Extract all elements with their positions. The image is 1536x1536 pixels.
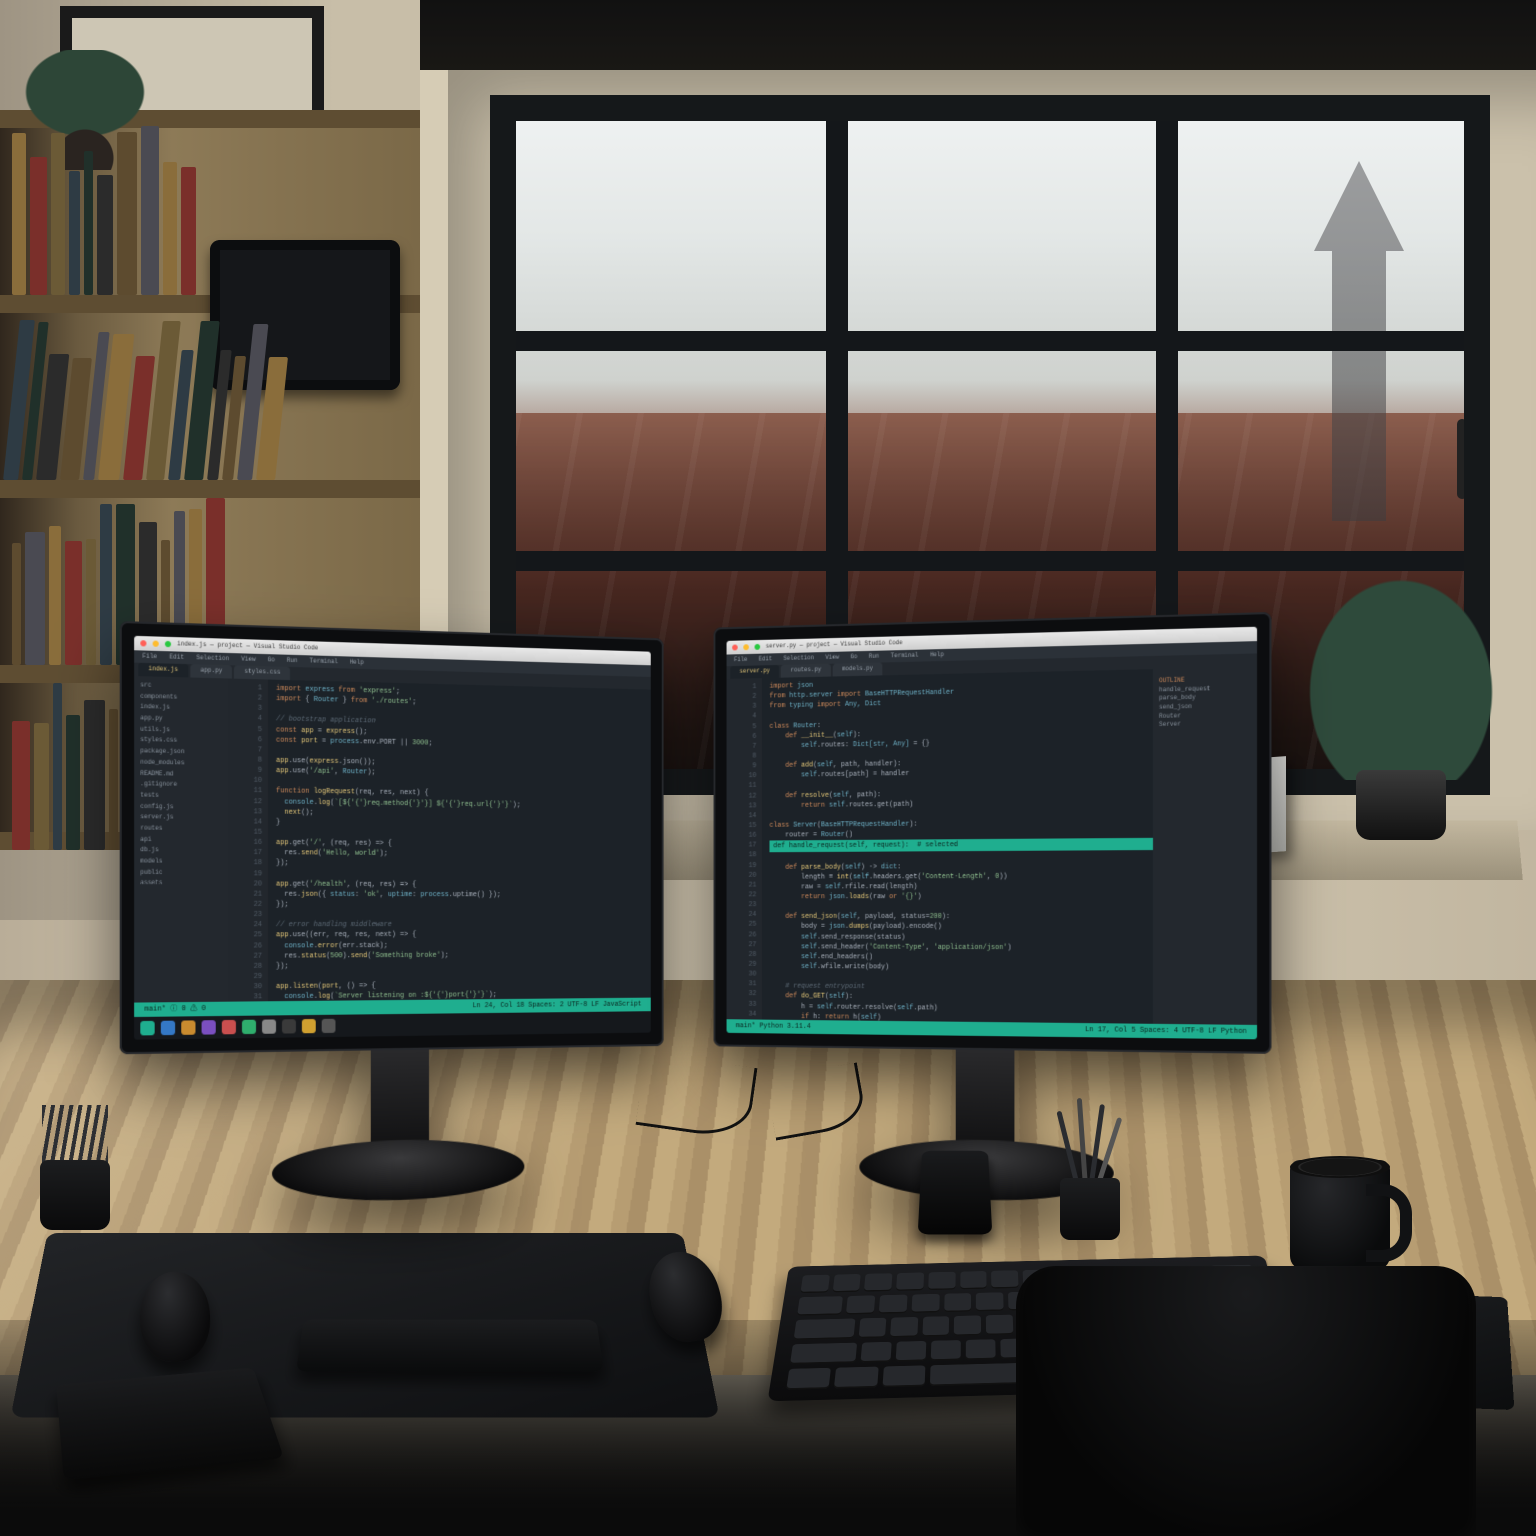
phone xyxy=(918,1151,993,1235)
title-text: server.py — project — Visual Studio Code xyxy=(766,639,903,651)
status-left: main* Python 3.11.4 xyxy=(736,1021,811,1032)
file-routes[interactable]: routes xyxy=(140,823,222,835)
left-screen[interactable]: index.js — project — Visual Studio Code … xyxy=(134,636,651,1040)
menu-run[interactable]: Run xyxy=(869,652,879,661)
line-gutter: 1 2 3 4 5 6 7 8 9 10 11 12 13 14 15 16 1… xyxy=(727,678,762,1019)
mouse xyxy=(139,1272,212,1362)
coffee-mug xyxy=(1290,1150,1410,1270)
outline-Server[interactable]: Server xyxy=(1159,720,1251,730)
file-assets[interactable]: assets xyxy=(140,878,222,889)
tab-routes-py[interactable]: routes.py xyxy=(781,664,831,678)
file-api[interactable]: api xyxy=(140,834,222,846)
status-right: Ln 24, Col 18 Spaces: 2 UTF-8 LF JavaScr… xyxy=(473,1000,642,1012)
menu-help[interactable]: Help xyxy=(350,658,364,667)
menu-run[interactable]: Run xyxy=(287,656,298,665)
menu-terminal[interactable]: Terminal xyxy=(309,657,337,667)
file-models[interactable]: models xyxy=(140,856,222,867)
file-db-js[interactable]: db.js xyxy=(140,845,222,857)
menu-file[interactable]: File xyxy=(734,656,747,665)
menu-view[interactable]: View xyxy=(825,653,839,662)
menu-go[interactable]: Go xyxy=(850,653,857,662)
monitor-left: index.js — project — Visual Studio Code … xyxy=(120,621,664,1209)
pen-cup xyxy=(30,1120,120,1230)
menu-go[interactable]: Go xyxy=(268,656,275,665)
tab-models-py[interactable]: models.py xyxy=(833,662,883,676)
start-icon[interactable] xyxy=(140,1021,154,1036)
menu-file[interactable]: File xyxy=(142,652,157,661)
code-editor[interactable]: import express from 'express'; import { … xyxy=(268,680,651,1002)
right-screen[interactable]: server.py — project — Visual Studio Code… xyxy=(727,627,1258,1040)
file-public[interactable]: public xyxy=(140,867,222,878)
mail-icon[interactable] xyxy=(242,1020,256,1034)
status-right: Ln 17, Col 5 Spaces: 4 UTF-8 LF Python xyxy=(1085,1025,1247,1037)
window-handle xyxy=(1457,419,1467,499)
os-taskbar[interactable] xyxy=(134,1011,651,1039)
chat-icon[interactable] xyxy=(282,1019,296,1033)
menu-selection[interactable]: Selection xyxy=(196,654,229,664)
menu-terminal[interactable]: Terminal xyxy=(891,651,919,660)
tab-app-py[interactable]: app.py xyxy=(190,664,232,678)
settings-icon[interactable] xyxy=(322,1019,336,1033)
monitor-right: server.py — project — Visual Studio Code… xyxy=(714,612,1272,1208)
menu-edit[interactable]: Edit xyxy=(759,655,772,664)
terminal-icon[interactable] xyxy=(222,1020,236,1034)
files-icon[interactable] xyxy=(181,1020,195,1035)
windowsill-plant xyxy=(1306,560,1496,840)
music-icon[interactable] xyxy=(302,1019,316,1033)
tab-server-py[interactable]: server.py xyxy=(730,665,779,679)
books-row xyxy=(0,310,409,480)
tab-index-js[interactable]: index.js xyxy=(138,663,188,678)
file-explorer[interactable]: srccomponentsindex.jsapp.pyutils.jsstyle… xyxy=(134,676,228,1003)
line-gutter: 1 2 3 4 5 6 7 8 9 10 11 12 13 14 15 16 1… xyxy=(228,678,268,1001)
status-left: main* ⓘ 0 ⚠ 0 xyxy=(144,1004,205,1015)
search-icon[interactable] xyxy=(161,1021,175,1036)
browser-icon[interactable] xyxy=(202,1020,216,1034)
menu-view[interactable]: View xyxy=(241,655,255,664)
menu-help[interactable]: Help xyxy=(930,651,944,660)
menu-selection[interactable]: Selection xyxy=(783,654,814,663)
wrist-pad xyxy=(296,1320,604,1372)
office-chair xyxy=(1016,1266,1476,1536)
menu-edit[interactable]: Edit xyxy=(169,653,184,662)
pen-cup xyxy=(1050,1120,1130,1240)
code-editor[interactable]: import json from http.server import Base… xyxy=(762,669,1153,1024)
editor-icon[interactable] xyxy=(262,1019,276,1033)
file-config-js[interactable]: config.js xyxy=(140,801,222,813)
books-row xyxy=(0,125,240,295)
title-text: index.js — project — Visual Studio Code xyxy=(177,640,318,653)
file-server-js[interactable]: server.js xyxy=(140,812,222,824)
outline-panel[interactable]: OUTLINEhandle_requestparse_bodysend_json… xyxy=(1153,667,1257,1025)
scene-root: index.js — project — Visual Studio Code … xyxy=(0,0,1536,1536)
